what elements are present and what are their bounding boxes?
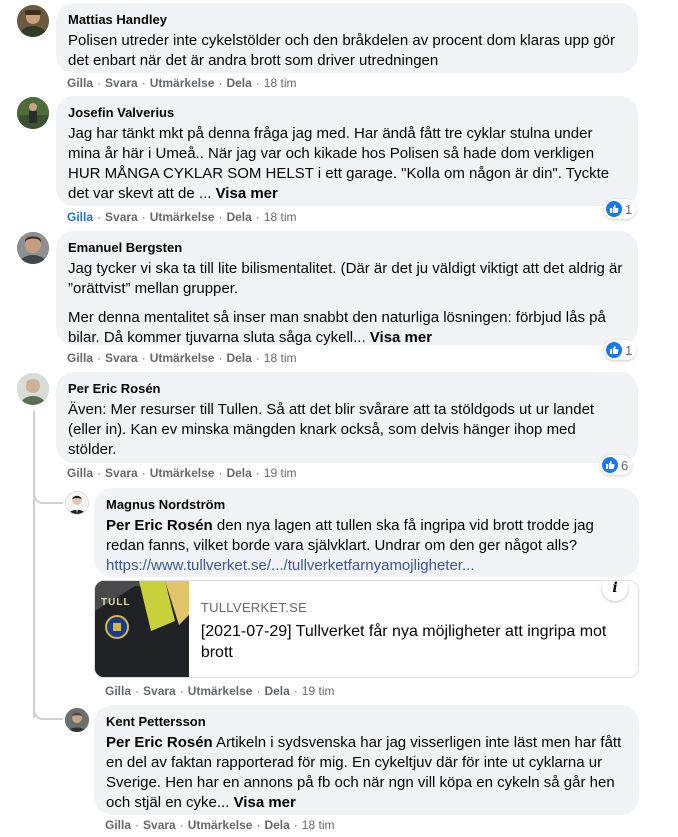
preview-domain: TULLVERKET.SE <box>200 600 308 615</box>
comment-author[interactable]: Mattias Handley <box>68 11 626 28</box>
avatar[interactable] <box>17 97 49 129</box>
share-action[interactable]: Dela <box>226 351 251 365</box>
timestamp[interactable]: 18 tim <box>264 351 297 365</box>
comment-actions: Gilla · Svara · Utmärkelse · Dela · 19 tim <box>67 466 297 480</box>
comment-actions: Gilla · Svara · Utmärkelse · Dela · 18 tim <box>67 351 297 365</box>
comment-bubble: Mattias Handley Polisen utreder inte cyk… <box>56 3 638 73</box>
comment-author[interactable]: Emanuel Bergsten <box>68 239 626 256</box>
like-action[interactable]: Gilla <box>67 76 93 90</box>
reply-action[interactable]: Svara <box>105 210 138 224</box>
reaction-count[interactable]: 1 <box>604 199 637 219</box>
see-more-link[interactable]: Visa mer <box>216 185 278 202</box>
like-action[interactable]: Gilla <box>67 210 93 224</box>
see-more-link[interactable]: Visa mer <box>370 329 432 346</box>
reply-text: Per Eric Rosén Artikeln i sydsvenska har… <box>106 733 627 813</box>
reply-action[interactable]: Svara <box>105 466 138 480</box>
timestamp[interactable]: 19 tim <box>264 466 297 480</box>
like-action[interactable]: Gilla <box>67 466 93 480</box>
reply-actions: Gilla · Svara · Utmärkelse · Dela · 18 tim <box>105 818 335 832</box>
comment-author[interactable]: Per Eric Rosén <box>68 380 626 397</box>
reply-author[interactable]: Magnus Nordström <box>106 496 627 513</box>
comment-bubble: Emanuel Bergsten Jag tycker vi ska ta ti… <box>56 231 638 348</box>
share-action[interactable]: Dela <box>226 210 251 224</box>
award-action[interactable]: Utmärkelse <box>150 351 215 365</box>
timestamp[interactable]: 18 tim <box>264 210 297 224</box>
reply-action[interactable]: Svara <box>143 818 176 832</box>
reply-bubble: Magnus Nordström Per Eric Rosén den nya … <box>94 488 639 577</box>
mention-link[interactable]: Per Eric Rosén <box>106 517 213 534</box>
comment-text: Även: Mer resurser till Tullen. Så att d… <box>68 400 626 460</box>
comment-paragraph: Jag tycker vi ska ta till lite bilisment… <box>68 260 623 297</box>
award-action[interactable]: Utmärkelse <box>188 684 253 698</box>
reaction-number: 1 <box>625 201 633 217</box>
reply-bubble: Kent Pettersson Per Eric Rosén Artikeln … <box>94 705 639 815</box>
comment-paragraph-text: Mer denna mentalitet så inser man snabbt… <box>68 309 606 346</box>
thread-line <box>33 410 35 718</box>
reaction-number: 6 <box>621 457 629 473</box>
comment-text: Jag har tänkt mkt på denna fråga jag med… <box>68 124 626 204</box>
thread-connector <box>33 476 63 504</box>
share-action[interactable]: Dela <box>264 818 289 832</box>
reaction-number: 1 <box>625 342 633 358</box>
thread-connector <box>33 692 63 720</box>
comment-paragraph: Polisen utreder inte cykelstölder och de… <box>68 32 615 69</box>
reaction-count[interactable]: 6 <box>600 455 633 475</box>
reply-action[interactable]: Svara <box>143 684 176 698</box>
reply-action[interactable]: Svara <box>105 351 138 365</box>
timestamp[interactable]: 18 tim <box>302 818 335 832</box>
comment-text: Jag tycker vi ska ta till lite bilisment… <box>68 259 626 348</box>
like-reaction-icon <box>606 201 622 217</box>
reply-author[interactable]: Kent Pettersson <box>106 713 627 730</box>
share-action[interactable]: Dela <box>226 76 251 90</box>
avatar[interactable] <box>17 232 49 264</box>
comment-actions: Gilla · Svara · Utmärkelse · Dela · 18 tim <box>67 76 297 90</box>
avatar[interactable] <box>17 373 49 405</box>
share-action[interactable]: Dela <box>264 684 289 698</box>
comment-paragraph: Jag har tänkt mkt på denna fråga jag med… <box>68 125 610 202</box>
like-reaction-icon <box>606 342 622 358</box>
reaction-count[interactable]: 1 <box>604 340 637 360</box>
vest-label: TULL <box>101 597 131 608</box>
preview-title[interactable]: [2021-07-29] Tullverket får nya möjlighe… <box>201 621 624 663</box>
avatar[interactable] <box>17 5 49 37</box>
award-action[interactable]: Utmärkelse <box>188 818 253 832</box>
preview-image: TULL <box>95 581 189 677</box>
award-action[interactable]: Utmärkelse <box>150 76 215 90</box>
award-action[interactable]: Utmärkelse <box>150 210 215 224</box>
link-preview-card[interactable]: TULL TULLVERKET.SE [2021-07-29] Tullverk… <box>94 580 639 678</box>
reply-action[interactable]: Svara <box>105 76 138 90</box>
see-more-link[interactable]: Visa mer <box>234 794 296 811</box>
comment-author[interactable]: Josefin Valverius <box>68 104 626 121</box>
reply-text: Per Eric Rosén den nya lagen att tullen … <box>106 516 627 576</box>
mention-link[interactable]: Per Eric Rosén <box>106 734 213 751</box>
like-reaction-icon <box>602 457 618 473</box>
timestamp[interactable]: 18 tim <box>264 76 297 90</box>
award-action[interactable]: Utmärkelse <box>150 466 215 480</box>
comment-text: Polisen utreder inte cykelstölder och de… <box>68 31 626 71</box>
like-action[interactable]: Gilla <box>67 351 93 365</box>
reply-actions: Gilla · Svara · Utmärkelse · Dela · 19 tim <box>105 684 335 698</box>
external-link[interactable]: https://www.tullverket.se/.../tullverket… <box>106 556 627 576</box>
comment-bubble: Per Eric Rosén Även: Mer resurser till T… <box>56 372 638 463</box>
share-action[interactable]: Dela <box>226 466 251 480</box>
info-glyph: i <box>612 580 618 596</box>
avatar[interactable] <box>65 708 89 732</box>
comment-bubble: Josefin Valverius Jag har tänkt mkt på d… <box>56 96 638 206</box>
avatar[interactable] <box>65 491 89 515</box>
comment-paragraph: Även: Mer resurser till Tullen. Så att d… <box>68 401 595 458</box>
like-action[interactable]: Gilla <box>105 684 131 698</box>
comment-paragraph: Mer denna mentalitet så inser man snabbt… <box>68 308 626 348</box>
preview-body: TULLVERKET.SE [2021-07-29] Tullverket få… <box>189 581 638 677</box>
timestamp[interactable]: 19 tim <box>302 684 335 698</box>
comment-actions: Gilla · Svara · Utmärkelse · Dela · 18 tim <box>67 210 297 224</box>
like-action[interactable]: Gilla <box>105 818 131 832</box>
